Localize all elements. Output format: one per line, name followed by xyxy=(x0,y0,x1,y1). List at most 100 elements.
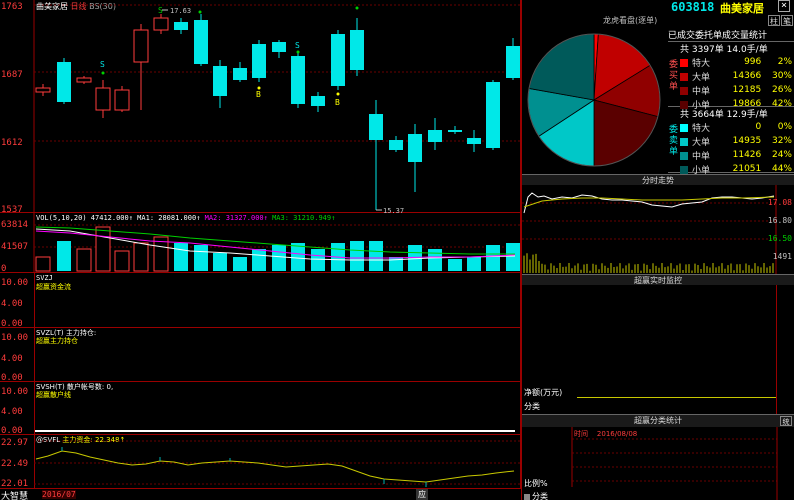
axis-label: 41507 xyxy=(1,242,29,252)
signal-label: S xyxy=(158,6,163,15)
intraday-chart xyxy=(522,185,777,275)
intraday-panel[interactable]: 分时走势 17.08 16.80 16.50 1491 xyxy=(522,174,794,275)
axis-label: 1763 xyxy=(1,2,23,12)
app-logo: 大智慧 xyxy=(1,492,29,500)
order-percent: 30% xyxy=(771,71,792,81)
order-count: 12185 xyxy=(732,85,762,95)
axis-label: 10.00 xyxy=(1,278,29,288)
sell-total: 共 3664单 12.9手/单 xyxy=(680,110,768,120)
axis-label: 4.00 xyxy=(1,407,23,417)
stock-code: 603818 xyxy=(671,0,715,14)
buy-orders-table: 特大 996 2% 大单 14366 30% 中单 12185 26% 小单 19866 42% xyxy=(678,55,794,111)
svsh-panel[interactable]: SVSH(T) 散户帐号数: 0, 超赢散户线 10.00 4.00 0.00 xyxy=(0,382,521,436)
color-swatch xyxy=(680,152,688,160)
axis-label: 1491 xyxy=(772,252,792,261)
bottom-tab[interactable]: 应 xyxy=(416,489,428,500)
kline-panel[interactable]: 曲美家居 日线 BS(30) 17.63 15.37 SSSBB 1763 16… xyxy=(0,0,521,215)
pie-slice xyxy=(528,33,595,101)
ratio-label: 比例% xyxy=(524,479,548,488)
right-header: 603818 曲美家居 × xyxy=(522,0,794,15)
signal-label: B xyxy=(256,90,261,99)
axis-label: 1687 xyxy=(1,70,23,80)
order-row: 特大 0 0% xyxy=(678,120,794,134)
order-row: 中单 11426 24% xyxy=(678,148,794,162)
order-count: 14935 xyxy=(732,136,762,146)
svfl-panel[interactable]: @SVFL 主力资金: 22.348↑ 22.97 22.49 22.01 xyxy=(0,435,521,489)
signal-label: S xyxy=(295,41,300,50)
date-label: 2016/07 xyxy=(42,490,76,499)
order-count: 11426 xyxy=(732,150,762,160)
stats-grid xyxy=(571,427,778,500)
intraday-title: 分时走势 xyxy=(522,175,794,185)
svzl-name: 超赢主力持仓 xyxy=(36,337,78,345)
order-percent: 32% xyxy=(771,136,792,146)
volume-chart xyxy=(33,213,521,273)
order-percent: 24% xyxy=(771,150,792,160)
order-row: 特大 996 2% xyxy=(678,55,794,69)
candlestick-chart: 17.63 15.37 SSSBB xyxy=(33,0,521,213)
net-amount-line xyxy=(577,397,777,398)
tick-view-button[interactable]: 笔 xyxy=(781,15,793,26)
color-swatch xyxy=(680,59,688,67)
stats-title: 超赢分类统计 xyxy=(522,415,794,427)
axis-label: 22.97 xyxy=(1,438,29,448)
monitor-title: 超赢实时监控 xyxy=(522,275,794,285)
order-percent: 2% xyxy=(777,57,792,67)
bottom-category-label: 分类 xyxy=(524,491,548,500)
svfl-chart xyxy=(34,440,521,487)
high-price-label: 17.63 xyxy=(170,7,191,15)
tiger-label: 龙虎看盘(逐单) xyxy=(603,16,658,25)
volume-panel[interactable]: VOL(5,10,20) 47412.000↑ MA1: 28081.000↑ … xyxy=(0,213,521,274)
category-label: 分类 xyxy=(524,402,540,411)
axis-label: 22.49 xyxy=(1,459,29,469)
sell-orders-table: 特大 0 0% 大单 14935 32% 中单 11426 24% 小单 21051 44% xyxy=(678,120,794,176)
column-view-button[interactable]: 柱 xyxy=(768,15,780,26)
svzj-name: 超赢资金流 xyxy=(36,283,71,291)
order-percent: 26% xyxy=(771,85,792,95)
order-size-label: 中单 xyxy=(692,86,711,97)
signal-label: S xyxy=(100,60,105,69)
order-stats-title: 已成交委托单成交量统计 xyxy=(668,31,768,41)
axis-label: 10.00 xyxy=(1,387,29,397)
order-count: 0 xyxy=(755,122,762,132)
candles xyxy=(35,14,520,210)
close-button[interactable]: × xyxy=(778,0,790,12)
svsh-name: 超赢散户线 xyxy=(36,391,71,399)
order-size-label: 大单 xyxy=(692,137,711,148)
stats-button[interactable]: 统 xyxy=(780,416,792,426)
svzl-panel[interactable]: SVZL(T) 主力持仓: 超赢主力持仓 10.00 4.00 0.00 xyxy=(0,328,521,383)
order-size-label: 中单 xyxy=(692,151,711,162)
order-row: 大单 14366 30% xyxy=(678,69,794,83)
color-swatch xyxy=(680,166,688,174)
svsh-line xyxy=(35,430,515,432)
net-amount-label: 净额(万元) xyxy=(524,388,563,397)
color-swatch xyxy=(680,73,688,81)
order-percent: 0% xyxy=(777,122,792,132)
order-count: 14366 xyxy=(732,71,762,81)
order-size-label: 特大 xyxy=(692,123,711,134)
order-size-label: 特大 xyxy=(692,58,711,69)
axis-label: 16.50 xyxy=(767,234,792,243)
svzj-panel[interactable]: SVZJ 超赢资金流 10.00 4.00 0.00 xyxy=(0,273,521,329)
signal-label: B xyxy=(335,98,340,107)
axis-label: 16.80 xyxy=(767,216,792,225)
sell-orders-block: 共 3664单 12.9手/单 委卖单 特大 0 0% 大单 14935 32% 中单 114… xyxy=(668,107,794,176)
buy-orders-block: 共 3397单 14.0手/单 委买单 特大 996 2% 大单 14366 30% 中单 1… xyxy=(668,41,794,111)
axis-label: 63814 xyxy=(1,220,29,230)
svsh-sub: 散户帐号数: xyxy=(66,383,105,391)
axis-label: 4.00 xyxy=(1,299,23,309)
stock-name-title: 曲美家居 xyxy=(720,2,764,15)
bottom-bar: 大智慧 2016/07 应 xyxy=(0,488,521,500)
color-swatch xyxy=(680,124,688,132)
order-row: 中单 12185 26% xyxy=(678,83,794,97)
color-swatch xyxy=(680,87,688,95)
bottom-category-text: 分类 xyxy=(532,492,548,500)
order-size-label: 大单 xyxy=(692,72,711,83)
classification-stats-panel[interactable]: 超赢分类统计 统 时间 2016/08/08 比例% 分类 xyxy=(522,414,794,500)
realtime-monitor-panel[interactable]: 超赢实时监控 净额(万元) 分类 xyxy=(522,274,794,415)
axis-label: 4.00 xyxy=(1,354,23,364)
axis-label: 10.00 xyxy=(1,333,29,343)
svzj-code: SVZJ xyxy=(36,274,53,282)
svsh-value: 0, xyxy=(106,383,114,391)
order-pie-chart xyxy=(527,33,661,167)
